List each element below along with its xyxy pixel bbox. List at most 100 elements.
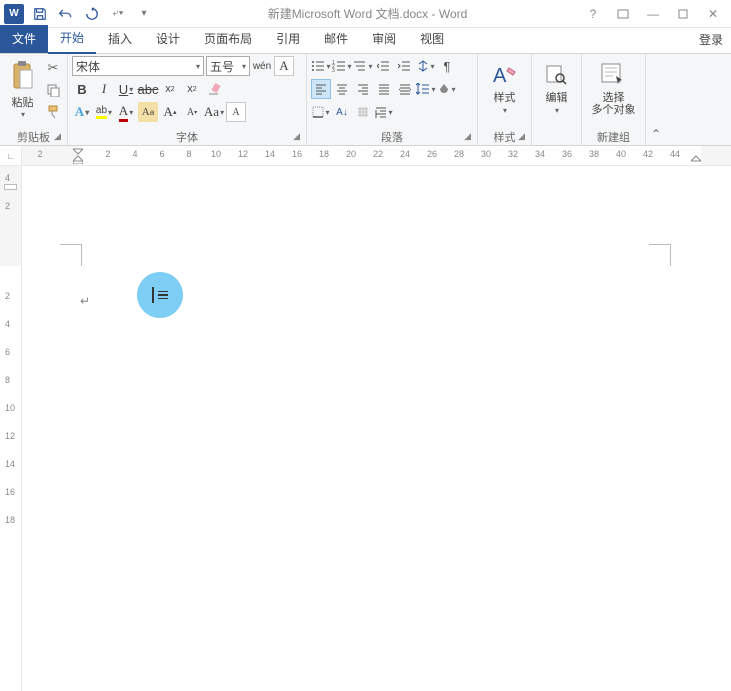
dialog-launcher-icon[interactable]: ◢ — [54, 131, 61, 142]
ribbon-tabs: 文件 开始 插入 设计 页面布局 引用 邮件 审阅 视图 登录 — [0, 28, 731, 54]
ruler-tick: 12 — [238, 149, 248, 159]
highlight-button[interactable]: ab▾ — [94, 102, 114, 122]
ruler-tick: 36 — [562, 149, 572, 159]
align-justify-button[interactable] — [374, 79, 394, 99]
horizontal-ruler-row: ∟ 22468101214161820222426283032343638404… — [0, 146, 731, 166]
group-label-styles: 样式◢ — [482, 129, 527, 145]
decrease-indent-button[interactable] — [374, 56, 394, 76]
strikethrough-button[interactable]: abc — [138, 79, 158, 99]
format-painter-button[interactable] — [43, 102, 63, 122]
collapse-ribbon-button[interactable]: ⌃ — [646, 54, 666, 145]
redo-button[interactable] — [80, 2, 104, 26]
text-caret-icon — [152, 287, 154, 303]
group-label-font: 字体◢ — [72, 129, 302, 145]
tab-insert[interactable]: 插入 — [96, 25, 144, 53]
snap-to-grid-button[interactable] — [353, 102, 373, 122]
tab-review[interactable]: 审阅 — [360, 25, 408, 53]
horizontal-ruler[interactable]: 2246810121416182022242628303234363840424… — [22, 146, 731, 165]
editing-button[interactable]: 编辑▾ — [536, 56, 577, 117]
sign-in-link[interactable]: 登录 — [691, 26, 731, 53]
tab-layout[interactable]: 页面布局 — [192, 25, 264, 53]
shading-button[interactable]: ▾ — [437, 79, 457, 99]
tab-design[interactable]: 设计 — [144, 25, 192, 53]
vertical-ruler[interactable]: 4224681012141618 — [0, 166, 22, 691]
ruler-tick: 12 — [5, 431, 15, 441]
group-label-newgroup: 新建组 — [586, 129, 641, 145]
ribbon-display-button[interactable] — [609, 3, 637, 25]
ruler-tick: 2 — [5, 201, 10, 211]
show-marks-button[interactable]: ¶ — [437, 56, 457, 76]
document-canvas[interactable]: ↵ — [22, 166, 731, 691]
save-button[interactable] — [28, 2, 52, 26]
ruler-tick: 6 — [159, 149, 164, 159]
ruler-tick: 44 — [670, 149, 680, 159]
tab-mailings[interactable]: 邮件 — [312, 25, 360, 53]
select-objects-button[interactable]: 选择多个对象 — [586, 56, 641, 116]
asian-layout-button[interactable]: ▾ — [416, 56, 436, 76]
char-shading-button[interactable]: Aa — [138, 102, 158, 122]
underline-button[interactable]: U▾ — [116, 79, 136, 99]
clipboard-icon — [8, 58, 38, 94]
indent-marker-icon[interactable] — [78, 146, 83, 167]
split-handle[interactable] — [4, 184, 17, 190]
align-right-button[interactable] — [353, 79, 373, 99]
right-indent-marker-icon[interactable] — [696, 146, 701, 167]
tab-selector[interactable]: ∟ — [0, 146, 22, 165]
ruler-tick: 14 — [5, 459, 15, 469]
copy-button[interactable] — [43, 80, 63, 100]
qat-customize-button[interactable]: ▾ — [132, 2, 156, 26]
tab-file[interactable]: 文件 — [0, 25, 48, 53]
dialog-launcher-icon[interactable]: ◢ — [464, 131, 471, 142]
tab-view[interactable]: 视图 — [408, 25, 456, 53]
font-name-combo[interactable]: 宋体▾ — [72, 56, 204, 76]
shrink-font-button[interactable]: A▾ — [182, 102, 202, 122]
subscript-button[interactable]: x2 — [160, 79, 180, 99]
help-button[interactable]: ? — [579, 3, 607, 25]
italic-button[interactable]: I — [94, 79, 114, 99]
align-left-button[interactable] — [311, 79, 331, 99]
word-app-icon: W — [4, 4, 24, 24]
borders-button[interactable]: ▾ — [311, 102, 331, 122]
font-size-combo[interactable]: 五号▾ — [206, 56, 250, 76]
dialog-launcher-icon[interactable]: ◢ — [518, 131, 525, 142]
pinyin-guide-button[interactable]: wén — [252, 56, 272, 76]
qat-more-button[interactable]: ⤶▾ — [106, 2, 130, 26]
clear-formatting-button[interactable] — [204, 79, 224, 99]
align-center-button[interactable] — [332, 79, 352, 99]
close-button[interactable]: ✕ — [699, 3, 727, 25]
undo-button[interactable] — [54, 2, 78, 26]
svg-text:3: 3 — [332, 68, 335, 72]
ruler-tick: 14 — [265, 149, 275, 159]
ruler-tick: 28 — [454, 149, 464, 159]
tabs-button[interactable]: ▾ — [374, 102, 394, 122]
multilevel-list-button[interactable]: ▾ — [353, 56, 373, 76]
ruler-tick: 22 — [373, 149, 383, 159]
group-paragraph: ▾ 123▾ ▾ ▾ ¶ ▾ ▾ ▾ A↓ ▾ — [307, 54, 478, 145]
align-distributed-button[interactable] — [395, 79, 415, 99]
font-color-button[interactable]: A▾ — [116, 102, 136, 122]
character-border-button[interactable]: A — [274, 56, 294, 76]
change-case-button[interactable]: Aa▾ — [204, 102, 224, 122]
superscript-button[interactable]: x2 — [182, 79, 202, 99]
bold-button[interactable]: B — [72, 79, 92, 99]
window-title: 新建Microsoft Word 文档.docx - Word — [156, 5, 579, 22]
enclose-char-button[interactable]: A — [226, 102, 246, 122]
grow-font-button[interactable]: A▴ — [160, 102, 180, 122]
window-controls: ? — ✕ — [579, 3, 727, 25]
sort-button[interactable]: A↓ — [332, 102, 352, 122]
dialog-launcher-icon[interactable]: ◢ — [293, 131, 300, 142]
paste-button[interactable]: 粘贴 ▾ — [4, 56, 41, 119]
tab-references[interactable]: 引用 — [264, 25, 312, 53]
line-spacing-button[interactable]: ▾ — [416, 79, 436, 99]
cut-button[interactable]: ✂ — [43, 58, 63, 78]
minimize-button[interactable]: — — [639, 3, 667, 25]
tab-home[interactable]: 开始 — [48, 24, 96, 54]
bullets-button[interactable]: ▾ — [311, 56, 331, 76]
styles-button[interactable]: A 样式▾ — [482, 56, 527, 117]
numbering-button[interactable]: 123▾ — [332, 56, 352, 76]
increase-indent-button[interactable] — [395, 56, 415, 76]
ruler-tick: 16 — [292, 149, 302, 159]
maximize-button[interactable] — [669, 3, 697, 25]
text-effects-button[interactable]: A▾ — [72, 102, 92, 122]
ruler-tick: 26 — [427, 149, 437, 159]
